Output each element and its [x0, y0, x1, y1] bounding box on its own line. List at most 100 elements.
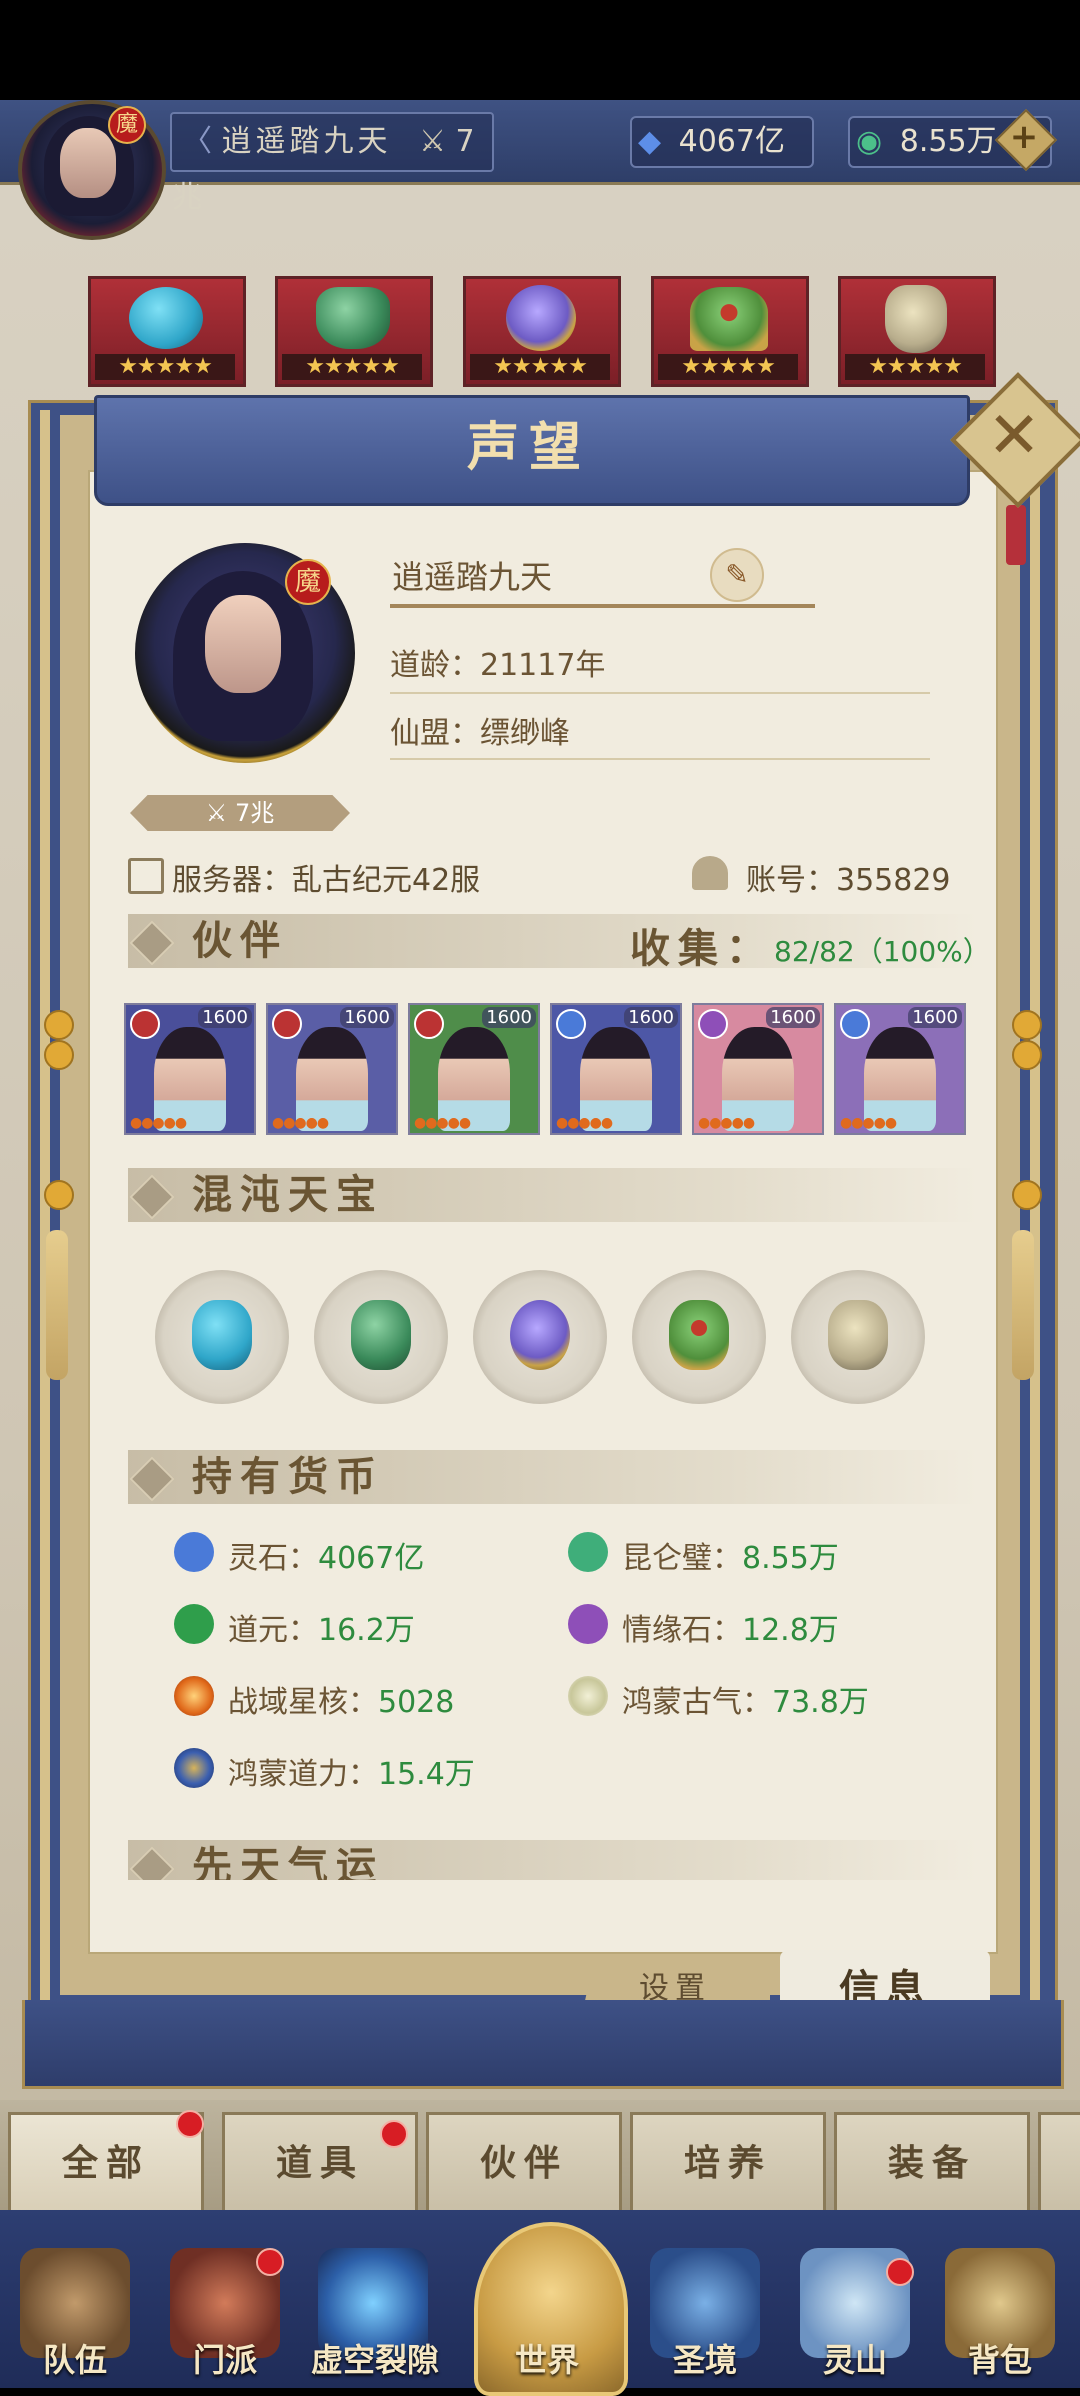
partner-level: 1600 — [198, 1007, 252, 1028]
wisp-icon — [568, 1676, 608, 1716]
partner-level: 1600 — [908, 1007, 962, 1028]
artifact-slot[interactable] — [314, 1270, 448, 1404]
currency-item: 鸿蒙古气：73.8万 — [622, 1677, 869, 1721]
jade-cauldron-icon — [316, 287, 390, 349]
artifact-slot[interactable] — [791, 1270, 925, 1404]
artifact-slot[interactable] — [155, 1270, 289, 1404]
filter-tab-equipment[interactable]: 装备 — [834, 2112, 1030, 2214]
currency-label: 战域星核： — [228, 1685, 378, 1720]
account-icon — [692, 856, 728, 890]
artifact-slot[interactable] — [632, 1270, 766, 1404]
filter-tab-more[interactable] — [1038, 2112, 1080, 2214]
star-rating: ●●●●● — [698, 1115, 755, 1131]
partner-card[interactable]: 1600 ●●●●● — [692, 1003, 824, 1135]
power-icon: ⚔ — [419, 124, 446, 159]
currency-label: 灵石： — [228, 1541, 318, 1576]
nav-team[interactable]: 队伍 — [5, 2335, 145, 2381]
account-info: 账号：355829 — [746, 863, 951, 898]
star-core-icon — [174, 1676, 214, 1716]
diamond-icon — [129, 1174, 175, 1220]
spirit-stone-pill: ◆ 4067亿 — [630, 116, 814, 168]
divider — [390, 692, 930, 694]
gourd-icon — [129, 287, 203, 349]
bronze-vase-icon — [885, 285, 947, 353]
alliance: 仙盟：缥缈峰 — [390, 716, 570, 751]
partner-card[interactable]: 1600 ●●●●● — [834, 1003, 966, 1135]
orb-icon — [174, 1748, 214, 1788]
section-bar: 先天气运 — [128, 1840, 978, 1880]
plus-icon: + — [1009, 117, 1039, 157]
right-knot — [1012, 1040, 1042, 1070]
currency-item: 鸿蒙道力：15.4万 — [228, 1749, 475, 1793]
filter-tab-all[interactable]: 全部 — [8, 2112, 204, 2214]
treasure-card[interactable]: ★★★★★ — [88, 276, 246, 387]
nav-spirit-mountain[interactable]: 灵山 — [785, 2335, 925, 2381]
notification-dot — [380, 2120, 408, 2148]
currency-label: 道元： — [228, 1613, 318, 1648]
star-rating: ★★★★★ — [470, 354, 610, 380]
profile-avatar[interactable]: 魔 — [135, 543, 355, 763]
left-knot — [44, 1180, 74, 1210]
star-rating: ●●●●● — [272, 1115, 329, 1131]
right-rail — [1030, 410, 1040, 2010]
left-tassel — [46, 1230, 68, 1380]
treasure-card[interactable]: ★★★★★ — [838, 276, 996, 387]
spirit-element-icon — [698, 1009, 728, 1039]
partner-card[interactable]: 1600 ●●●●● — [266, 1003, 398, 1135]
jade-disc-icon — [568, 1532, 608, 1572]
edit-name-brush-icon[interactable]: ✎ — [710, 548, 764, 602]
server-icon — [128, 858, 164, 894]
treasure-card[interactable]: ★★★★★ — [651, 276, 809, 387]
star-rating: ★★★★★ — [282, 354, 422, 380]
power-ribbon: ⚔ 7兆 — [130, 795, 350, 831]
notification-dot — [176, 2110, 204, 2138]
notification-dot — [886, 2258, 914, 2286]
spirit-stone-amount: 4067亿 — [678, 124, 785, 159]
currency-label: 鸿蒙古气： — [622, 1685, 772, 1720]
player-avatar[interactable]: 魔 — [18, 100, 166, 240]
currency-value: 12.8万 — [742, 1613, 839, 1648]
fire-element-icon — [414, 1009, 444, 1039]
purple-mirror-icon — [510, 1300, 570, 1370]
partner-card[interactable]: 1600 ●●●●● — [408, 1003, 540, 1135]
wind-element-icon — [556, 1009, 586, 1039]
right-knot — [1012, 1180, 1042, 1210]
treasure-card[interactable]: ★★★★★ — [463, 276, 621, 387]
filter-tab-cultivate[interactable]: 培养 — [630, 2112, 826, 2214]
partner-card[interactable]: 1600 ●●●●● — [550, 1003, 682, 1135]
crystal-icon — [174, 1532, 214, 1572]
currency-label: 鸿蒙道力： — [228, 1757, 378, 1792]
avatar-face — [205, 595, 281, 693]
nav-void-rift[interactable]: 虚空裂隙 — [290, 2335, 460, 2381]
status-bar — [0, 0, 1080, 100]
nav-sect[interactable]: 门派 — [155, 2335, 295, 2381]
currency-item: 道元：16.2万 — [228, 1605, 415, 1649]
currency-item: 战域星核：5028 — [228, 1677, 454, 1721]
star-rating: ●●●●● — [556, 1115, 613, 1131]
left-knot — [44, 1040, 74, 1070]
collect-label: 收集： — [630, 925, 774, 972]
nav-world[interactable]: 世界 — [477, 2335, 617, 2381]
section-header-fortune: 先天气运 — [128, 1840, 978, 1880]
section-title: 先天气运 — [192, 1843, 384, 1880]
wind-element-icon — [840, 1009, 870, 1039]
nav-holy-realm[interactable]: 圣境 — [635, 2335, 775, 2381]
panel-title: 声望 — [466, 417, 591, 478]
notification-dot — [256, 2248, 284, 2276]
treasure-card[interactable]: ★★★★★ — [275, 276, 433, 387]
partner-card[interactable]: 1600 ●●●●● — [124, 1003, 256, 1135]
right-knot — [1012, 1010, 1042, 1040]
fire-element-icon — [272, 1009, 302, 1039]
fire-element-icon — [130, 1009, 160, 1039]
crystal-icon: ◆ — [638, 124, 662, 159]
filter-tab-partners[interactable]: 伙伴 — [426, 2112, 622, 2214]
artifact-slot[interactable] — [473, 1270, 607, 1404]
name-underline — [390, 604, 815, 608]
dragon-seal-icon — [669, 1300, 729, 1370]
right-tassel — [1012, 1230, 1034, 1380]
section-header-artifacts: 混沌天宝 — [128, 1168, 978, 1222]
section-title: 混沌天宝 — [192, 1171, 384, 1218]
nav-backpack[interactable]: 背包 — [930, 2335, 1070, 2381]
currency-value: 73.8万 — [772, 1685, 869, 1720]
star-rating: ●●●●● — [840, 1115, 897, 1131]
